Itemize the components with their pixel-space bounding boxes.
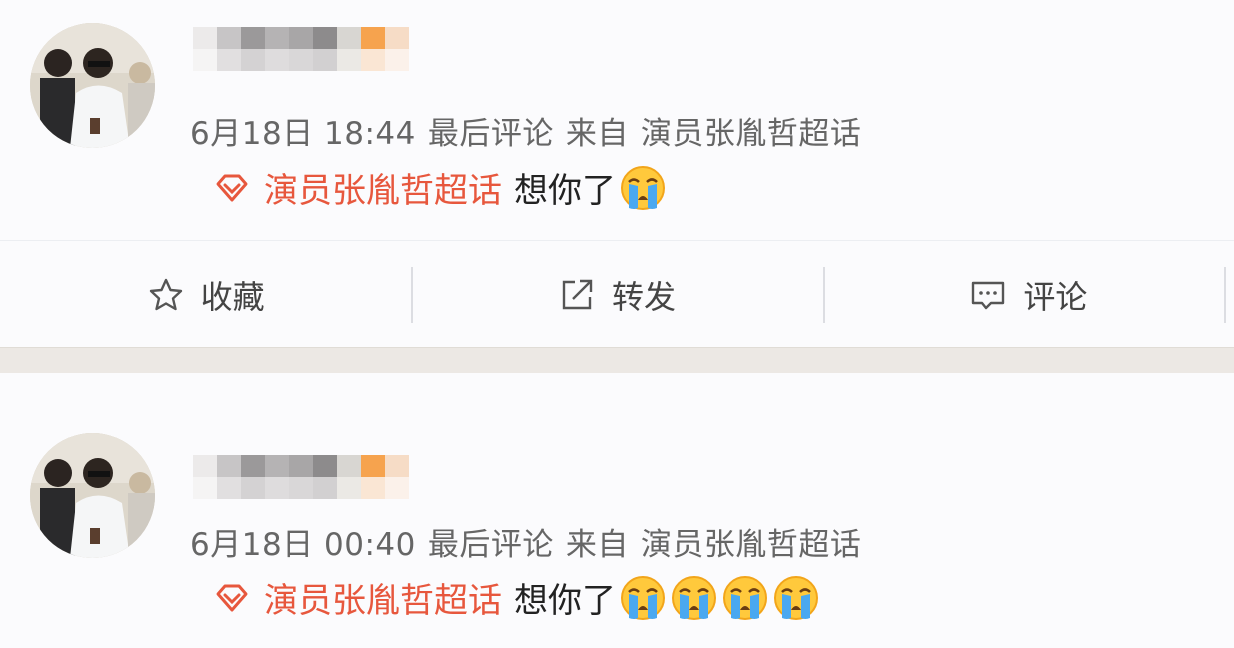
post-time: 6月18日 18:44 <box>190 116 416 152</box>
username-mosaic[interactable] <box>193 27 409 71</box>
avatar[interactable] <box>30 23 155 148</box>
action-bar: 收藏 转发 评论 <box>0 240 1234 348</box>
repost-button[interactable]: 转发 <box>411 241 822 348</box>
topic-link[interactable]: 演员张胤哲超话 <box>264 163 502 212</box>
crying-face-icon <box>723 575 767 620</box>
post-content: 演员张胤哲超话 想你了 <box>214 163 667 212</box>
crying-face-icon <box>672 575 716 620</box>
crying-face-icon <box>621 575 665 620</box>
post-text: 想你了 <box>514 171 616 211</box>
favorite-button[interactable]: 收藏 <box>0 241 411 348</box>
post-time: 6月18日 00:40 <box>190 527 416 563</box>
comment-bubble-icon <box>972 281 1005 309</box>
from-label: 来自 <box>565 527 629 563</box>
from-label: 来自 <box>565 116 629 152</box>
post-text: 想你了 <box>514 581 616 621</box>
post-meta: 6月18日 18:44 最后评论 来自 演员张胤哲超话 <box>190 108 873 153</box>
last-comment-label: 最后评论 <box>427 527 554 563</box>
post-meta: 6月18日 00:40 最后评论 来自 演员张胤哲超话 <box>190 519 873 564</box>
post-card-2: 6月18日 00:40 最后评论 来自 演员张胤哲超话 演员张胤哲超话 想你了 <box>0 373 1234 648</box>
supertopic-diamond-icon <box>216 174 248 201</box>
last-comment-label: 最后评论 <box>427 116 554 152</box>
avatar[interactable] <box>30 433 155 558</box>
avatar-photo <box>30 23 155 148</box>
post-card-1: 6月18日 18:44 最后评论 来自 演员张胤哲超话 演员张胤哲超话 想你了 <box>0 0 1234 240</box>
crying-face-icon <box>621 165 665 210</box>
topic-link[interactable]: 演员张胤哲超话 <box>264 573 502 622</box>
comment-button[interactable]: 评论 <box>822 241 1234 348</box>
source-link[interactable]: 演员张胤哲超话 <box>641 527 862 563</box>
star-outline-icon <box>149 278 182 310</box>
avatar-photo <box>30 433 155 558</box>
favorite-label: 收藏 <box>200 277 265 316</box>
feed-divider <box>0 347 1234 375</box>
username-mosaic[interactable] <box>193 455 409 499</box>
comment-label: 评论 <box>1023 277 1088 316</box>
supertopic-diamond-icon <box>216 584 248 611</box>
repost-label: 转发 <box>611 277 676 316</box>
source-link[interactable]: 演员张胤哲超话 <box>641 116 862 152</box>
crying-face-icon <box>774 575 818 620</box>
share-external-icon <box>562 279 593 309</box>
post-content: 演员张胤哲超话 想你了 <box>214 573 820 622</box>
